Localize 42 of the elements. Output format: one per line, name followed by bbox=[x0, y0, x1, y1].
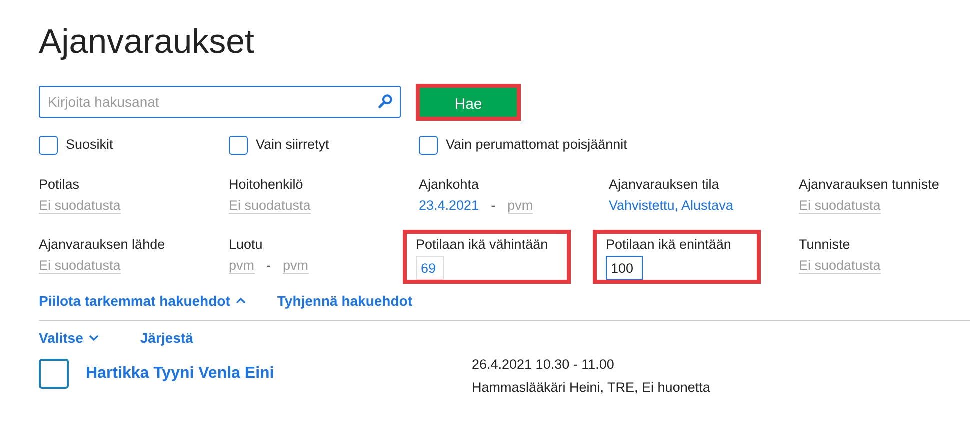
filter-value[interactable]: pvm bbox=[229, 258, 255, 274]
checkbox[interactable] bbox=[229, 136, 248, 154]
filter-label: Tunniste bbox=[799, 236, 852, 254]
age-input[interactable]: 69 bbox=[416, 256, 444, 280]
link[interactable]: Piilota tarkemmat hakuehdot bbox=[39, 290, 248, 312]
filter-value[interactable]: Ei suodatusta bbox=[799, 198, 881, 214]
link[interactable]: Tyhjennä hakuehdot bbox=[277, 290, 412, 312]
range-separator: - bbox=[491, 198, 496, 213]
toolbar-link[interactable]: Valitse bbox=[39, 327, 100, 350]
filter-label: Luotu bbox=[229, 236, 264, 254]
filter-label: Hoitohenkilö bbox=[229, 176, 304, 194]
checkbox-label[interactable]: Vain siirretyt bbox=[256, 134, 330, 156]
search-field[interactable]: Kirjoita hakusanat bbox=[39, 86, 401, 118]
filter-label: Potilas bbox=[39, 176, 81, 194]
filter-value[interactable]: Ei suodatusta bbox=[39, 198, 121, 214]
checkbox[interactable] bbox=[39, 136, 58, 154]
checkbox[interactable] bbox=[419, 136, 438, 154]
filter-value[interactable]: Ei suodatusta bbox=[799, 258, 881, 274]
filter-label: Ajanvarauksen lähde bbox=[39, 236, 166, 254]
filter-value[interactable]: Ei suodatusta bbox=[229, 198, 311, 214]
checkbox[interactable] bbox=[39, 359, 69, 390]
search-icon[interactable] bbox=[378, 94, 393, 109]
filter-value[interactable]: Vahvistettu, Alustava bbox=[609, 198, 734, 214]
toolbar-link[interactable]: Järjestä bbox=[140, 327, 194, 350]
search-button[interactable]: Hae bbox=[420, 88, 517, 116]
filter-value[interactable]: 23.4.2021 bbox=[419, 198, 480, 214]
appointment-details: Hammaslääkäri Heini, TRE, Ei huonetta bbox=[472, 379, 710, 398]
range-separator: - bbox=[266, 258, 272, 274]
appointment-time: 26.4.2021 10.30 - 11.00 bbox=[472, 356, 616, 374]
checkbox-label[interactable]: Suosikit bbox=[66, 134, 114, 156]
age-input[interactable]: 100 bbox=[606, 256, 643, 280]
filter-value[interactable]: pvm bbox=[508, 198, 534, 214]
patient-name[interactable]: Hartikka Tyyni Venla Eini bbox=[86, 359, 472, 386]
filter-label: Potilaan ikä vähintään bbox=[416, 236, 550, 254]
filter-value[interactable]: Ei suodatusta bbox=[39, 258, 121, 274]
filter-value[interactable]: pvm bbox=[283, 258, 309, 274]
filter-label: Ajanvarauksen tunniste bbox=[799, 176, 940, 194]
page-title: Ajanvaraukset bbox=[39, 24, 256, 63]
filter-label: Ajankohta bbox=[419, 176, 480, 194]
filter-label: Ajanvarauksen tila bbox=[609, 176, 720, 194]
filter-label: Potilaan ikä enintään bbox=[606, 236, 732, 254]
checkbox-label[interactable]: Vain perumattomat poisjäännit bbox=[446, 134, 628, 156]
